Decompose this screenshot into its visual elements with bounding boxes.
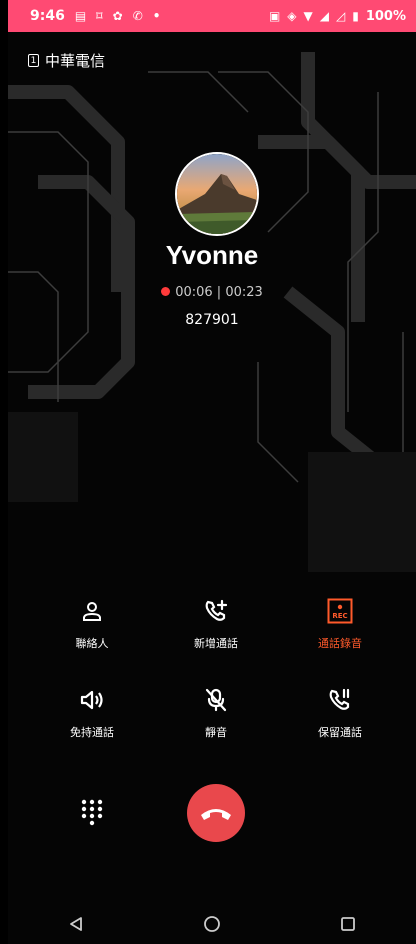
- wifi-icon: ▼: [303, 9, 313, 23]
- call-screen: 9:46 ▤ ⌑ ✿ ✆ • ▣ ◈ ▼ ◢ ◿ ▮ 100% 1 中華電信 Y…: [8, 0, 416, 944]
- signal-sim1-icon: ◢: [319, 9, 329, 23]
- recording-time: 00:06: [175, 285, 213, 300]
- hd-voice-icon: ▣: [268, 9, 281, 23]
- contact-icon: [32, 597, 152, 625]
- add-call-icon: [156, 597, 276, 625]
- call-duration: 00:23: [225, 285, 263, 300]
- back-icon: [70, 917, 82, 931]
- status-bar: 9:46 ▤ ⌑ ✿ ✆ • ▣ ◈ ▼ ◢ ◿ ▮ 100%: [8, 0, 416, 32]
- notification-message-icon: ▤: [74, 9, 87, 23]
- call-timer: 00:06 | 00:23: [8, 285, 416, 300]
- carrier-label: 1 中華電信: [28, 50, 105, 71]
- mute-icon: [156, 686, 276, 714]
- signal-sim2-icon: ◿: [335, 9, 346, 23]
- recents-button[interactable]: [333, 909, 363, 939]
- battery-percent: 100%: [365, 8, 406, 24]
- end-call-icon: [201, 809, 231, 820]
- carrier-name: 中華電信: [45, 52, 106, 70]
- device-frame: 9:46 ▤ ⌑ ✿ ✆ • ▣ ◈ ▼ ◢ ◿ ▮ 100% 1 中華電信 Y…: [0, 0, 416, 944]
- home-icon: [204, 916, 220, 932]
- sim-card-icon: 1: [28, 54, 39, 67]
- navigation-bar: [8, 904, 416, 944]
- recording-dot-icon: [161, 287, 171, 296]
- recents-icon: [341, 917, 355, 931]
- svg-text:REC: REC: [332, 612, 347, 620]
- caller-avatar: [175, 152, 259, 236]
- end-call-button[interactable]: [187, 784, 245, 842]
- mute-label: 靜音: [205, 726, 227, 739]
- contacts-button[interactable]: 聯絡人: [32, 597, 152, 651]
- dot-icon: •: [152, 9, 161, 23]
- vibrate-icon: ◈: [287, 9, 297, 23]
- mute-button[interactable]: 靜音: [156, 686, 276, 740]
- contacts-label: 聯絡人: [75, 637, 109, 650]
- notification-pin-icon: ⌑: [96, 9, 103, 23]
- battery-icon: ▮: [352, 9, 359, 23]
- dialpad-icon: [81, 799, 103, 826]
- status-time: 9:46: [30, 8, 65, 24]
- add-call-button[interactable]: 新增通話: [156, 597, 276, 651]
- record-call-label: 通話錄音: [318, 637, 362, 650]
- hold-icon: [280, 686, 400, 714]
- speaker-label: 免持通話: [70, 726, 114, 739]
- add-call-label: 新增通話: [194, 637, 238, 650]
- hold-call-label: 保留通話: [318, 726, 362, 739]
- record-call-button[interactable]: REC 通話錄音: [280, 597, 400, 651]
- caller-name: Yvonne: [165, 240, 259, 270]
- phone-call-icon: ✆: [132, 9, 143, 23]
- record-icon: REC: [280, 597, 400, 625]
- speaker-button[interactable]: 免持通話: [32, 686, 152, 740]
- home-button[interactable]: [197, 909, 227, 939]
- settings-gear-icon: ✿: [112, 9, 123, 23]
- speaker-icon: [32, 686, 152, 714]
- back-button[interactable]: [61, 909, 91, 939]
- timer-separator: |: [216, 285, 222, 300]
- caller-number: 827901: [185, 312, 239, 328]
- dialpad-button[interactable]: [78, 797, 106, 829]
- hold-call-button[interactable]: 保留通話: [280, 686, 400, 740]
